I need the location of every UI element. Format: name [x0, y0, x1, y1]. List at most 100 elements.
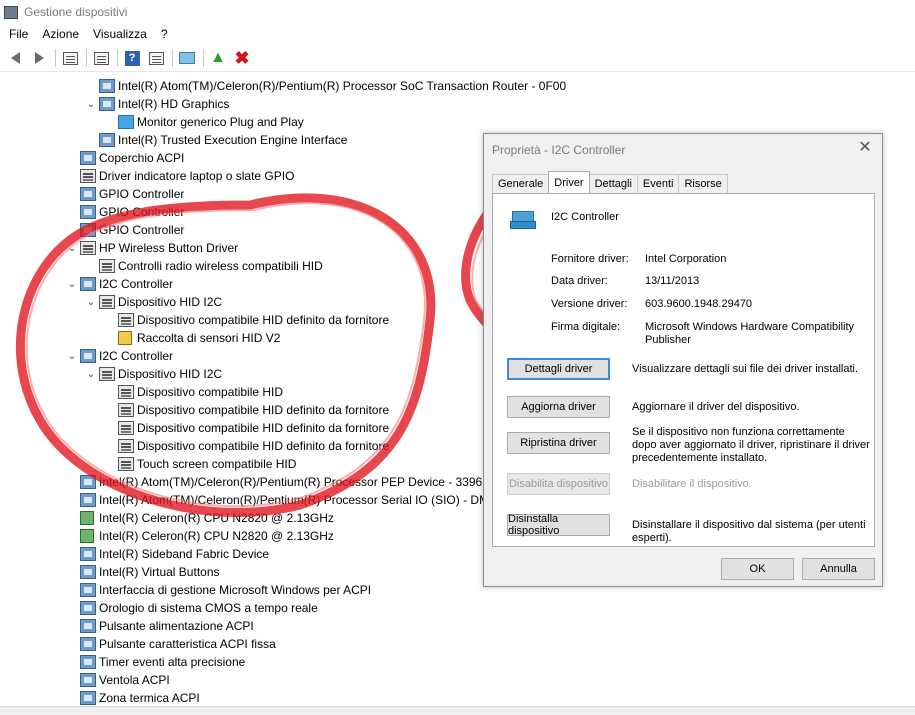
chevron-down-icon[interactable]: ⌄ — [83, 297, 99, 308]
tree-item[interactable]: GPIO Controller — [64, 221, 184, 239]
monitor-icon[interactable] — [176, 47, 198, 69]
tree-item[interactable]: Intel(R) Atom(TM)/Celeron(R)/Pentium(R) … — [64, 491, 489, 509]
uninstall-icon[interactable]: ✖ — [231, 47, 253, 69]
tree-item[interactable]: Ventola ACPI — [64, 671, 170, 689]
menu-visualizza[interactable]: Visualizza — [86, 27, 154, 41]
system-device-icon — [80, 637, 96, 651]
tree-item[interactable]: Intel(R) Atom(TM)/Celeron(R)/Pentium(R) … — [64, 473, 482, 491]
show-hide-icon[interactable] — [90, 47, 112, 69]
tree-item[interactable]: Dispositivo compatibile HID definito da … — [102, 401, 389, 419]
system-device-icon — [80, 691, 96, 705]
system-device-icon — [80, 619, 96, 633]
menu-azione[interactable]: Azione — [35, 27, 86, 41]
tree-item-label: Intel(R) Celeron(R) CPU N2820 @ 2.13GHz — [99, 529, 334, 543]
tree-item-label: Intel(R) Atom(TM)/Celeron(R)/Pentium(R) … — [118, 79, 567, 93]
tree-item[interactable]: ⌄ Intel(R) HD Graphics — [83, 95, 229, 113]
tree-item[interactable]: Dispositivo compatibile HID — [102, 383, 283, 401]
uninstall-device-button[interactable]: Disinstalla dispositivo — [507, 513, 610, 537]
tree-item-label: Zona termica ACPI — [99, 691, 200, 705]
help-icon[interactable]: ? — [121, 47, 143, 69]
tree-item[interactable]: Driver indicatore laptop o slate GPIO — [64, 167, 294, 185]
tree-item[interactable]: Dispositivo compatibile HID definito da … — [102, 419, 389, 437]
tree-item[interactable]: Intel(R) Atom(TM)/Celeron(R)/Pentium(R) … — [83, 77, 566, 95]
disable-device-button[interactable]: Disabilita dispositivo — [507, 473, 610, 495]
tree-item[interactable]: Pulsante alimentazione ACPI — [64, 617, 254, 635]
chevron-down-icon[interactable]: ⌄ — [83, 99, 99, 110]
system-device-icon — [80, 493, 96, 507]
tree-item[interactable]: Orologio di sistema CMOS a tempo reale — [64, 599, 318, 617]
cancel-button[interactable]: Annulla — [802, 558, 875, 580]
title-bar: Gestione dispositivi — [0, 0, 915, 24]
tree-item[interactable]: Intel(R) Celeron(R) CPU N2820 @ 2.13GHz — [64, 509, 334, 527]
tree-item[interactable]: Timer eventi alta precisione — [64, 653, 245, 671]
tree-item[interactable]: Pulsante caratteristica ACPI fissa — [64, 635, 276, 653]
hid-device-icon — [118, 457, 134, 471]
tree-item-label: I2C Controller — [99, 277, 174, 291]
tree-item-label: Orologio di sistema CMOS a tempo reale — [99, 601, 318, 615]
tree-item[interactable]: Zona termica ACPI — [64, 689, 200, 706]
tree-item[interactable]: Interfaccia di gestione Microsoft Window… — [64, 581, 371, 599]
tab-generale[interactable]: Generale — [492, 174, 550, 193]
dialog-tabs: Generale Driver Dettagli Eventi Risorse — [492, 171, 728, 193]
toolbar-separator — [55, 49, 56, 67]
tree-item-label: Intel(R) Trusted Execution Engine Interf… — [118, 133, 348, 147]
tab-eventi[interactable]: Eventi — [636, 174, 680, 193]
menu-bar: File Azione Visualizza ? — [0, 24, 915, 44]
system-device-icon — [80, 673, 96, 687]
tree-item[interactable]: Monitor generico Plug and Play — [102, 113, 304, 131]
tree-item[interactable]: Coperchio ACPI — [64, 149, 184, 167]
system-device-icon — [99, 97, 115, 111]
tree-item[interactable]: Controlli radio wireless compatibili HID — [83, 257, 323, 275]
hid-device-icon — [118, 421, 134, 435]
tab-driver[interactable]: Driver — [548, 171, 590, 193]
tree-item[interactable]: Intel(R) Trusted Execution Engine Interf… — [83, 131, 347, 149]
back-arrow-icon[interactable] — [4, 47, 26, 69]
tree-item[interactable]: ⌄ I2C Controller — [64, 275, 173, 293]
menu-help[interactable]: ? — [154, 27, 175, 41]
tree-item[interactable]: Dispositivo compatibile HID definito da … — [102, 311, 389, 329]
hid-device-icon — [80, 241, 96, 255]
tree-item-label: Dispositivo compatibile HID definito da … — [137, 421, 390, 435]
roll-back-driver-button[interactable]: Ripristina driver — [507, 432, 610, 454]
disable-device-desc: Disabilitare il dispositivo. — [632, 478, 752, 490]
tree-item[interactable]: ⌄ Dispositivo HID I2C — [83, 365, 222, 383]
tree-item[interactable]: ⌄ Dispositivo HID I2C — [83, 293, 222, 311]
tab-dettagli[interactable]: Dettagli — [588, 174, 638, 193]
chevron-down-icon[interactable]: ⌄ — [83, 369, 99, 380]
tree-item[interactable]: Intel(R) Sideband Fabric Device — [64, 545, 269, 563]
roll-back-driver-desc: Se il dispositivo non funziona correttam… — [632, 426, 870, 464]
tree-item[interactable]: ⌄ I2C Controller — [64, 347, 173, 365]
tree-item[interactable]: Dispositivo compatibile HID definito da … — [102, 437, 389, 455]
forward-arrow-icon[interactable] — [28, 47, 50, 69]
toolbar-separator — [203, 49, 204, 67]
chevron-down-icon[interactable]: ⌄ — [64, 351, 80, 362]
tree-item[interactable]: Intel(R) Celeron(R) CPU N2820 @ 2.13GHz — [64, 527, 334, 545]
tree-item[interactable]: Raccolta di sensori HID V2 — [102, 329, 280, 347]
tab-risorse[interactable]: Risorse — [678, 174, 728, 193]
driver-details-desc: Visualizzare dettagli sui file dei drive… — [632, 363, 859, 375]
tree-item[interactable]: Touch screen compatibile HID — [102, 455, 296, 473]
tree-item-label: Monitor generico Plug and Play — [137, 115, 304, 129]
tree-item-label: Dispositivo compatibile HID — [137, 385, 284, 399]
chevron-down-icon[interactable]: ⌄ — [64, 279, 80, 290]
monitor-icon — [118, 115, 134, 129]
chevron-down-icon[interactable]: ⌄ — [64, 243, 80, 254]
update-driver-button[interactable]: Aggiorna driver — [507, 396, 610, 418]
tree-item[interactable]: ⌄ HP Wireless Button Driver — [64, 239, 238, 257]
ok-button[interactable]: OK — [721, 558, 794, 580]
close-icon[interactable]: ✕ — [856, 139, 874, 157]
tree-item-label: Intel(R) Virtual Buttons — [99, 565, 220, 579]
tree-item-label: Dispositivo compatibile HID definito da … — [137, 403, 390, 417]
update-driver-icon[interactable]: ▲ — [207, 47, 229, 69]
tree-item[interactable]: GPIO Controller — [64, 203, 184, 221]
properties-icon[interactable] — [59, 47, 81, 69]
tree-item[interactable]: GPIO Controller — [64, 185, 184, 203]
system-device-icon — [80, 565, 96, 579]
menu-file[interactable]: File — [0, 27, 35, 41]
driver-details-button[interactable]: Dettagli driver — [507, 358, 610, 380]
tree-item[interactable]: Intel(R) Virtual Buttons — [64, 563, 220, 581]
i2c-controller-icon — [510, 209, 538, 229]
action-icon[interactable] — [145, 47, 167, 69]
tree-item-label: Dispositivo HID I2C — [118, 295, 223, 309]
tree-item-label: Dispositivo HID I2C — [118, 367, 223, 381]
